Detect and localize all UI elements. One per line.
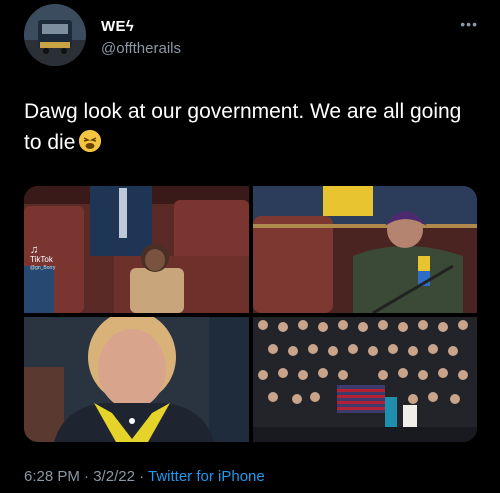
footer-separator-1: · xyxy=(79,468,94,485)
footer-separator-2: · xyxy=(134,468,148,485)
tweet-source-link[interactable]: Twitter for iPhone xyxy=(148,468,265,485)
media-image-2[interactable] xyxy=(253,186,477,313)
tweet-text: Dawg look at our government. We are all … xyxy=(24,96,474,158)
media-image-4[interactable] xyxy=(253,317,477,442)
display-name[interactable]: WEϟ xyxy=(101,18,134,35)
tiktok-logo-icon: ♫ xyxy=(30,244,39,256)
tired-face-emoji-icon xyxy=(79,130,102,152)
tiktok-brand: TikTok xyxy=(30,255,53,264)
more-options-icon[interactable]: ••• xyxy=(460,16,478,32)
media-image-3[interactable] xyxy=(24,317,249,442)
tweet-date[interactable]: 3/2/22 xyxy=(93,468,135,485)
tweet-header: WEϟ @offtherails ••• xyxy=(24,4,484,70)
media-image-1[interactable]: ♫ TikTok @gn_Borry xyxy=(24,186,249,313)
avatar[interactable] xyxy=(24,4,86,66)
handle[interactable]: @offtherails xyxy=(101,40,181,57)
media-grid[interactable]: ♫ TikTok @gn_Borry xyxy=(24,186,477,442)
tiktok-watermark: ♫ TikTok @gn_Borry xyxy=(30,244,56,273)
tweet-time[interactable]: 6:28 PM xyxy=(24,468,80,485)
tweet-footer: 6:28 PM · 3/2/22 · Twitter for iPhone xyxy=(24,468,265,485)
tiktok-user: @gn_Borry xyxy=(30,265,56,271)
